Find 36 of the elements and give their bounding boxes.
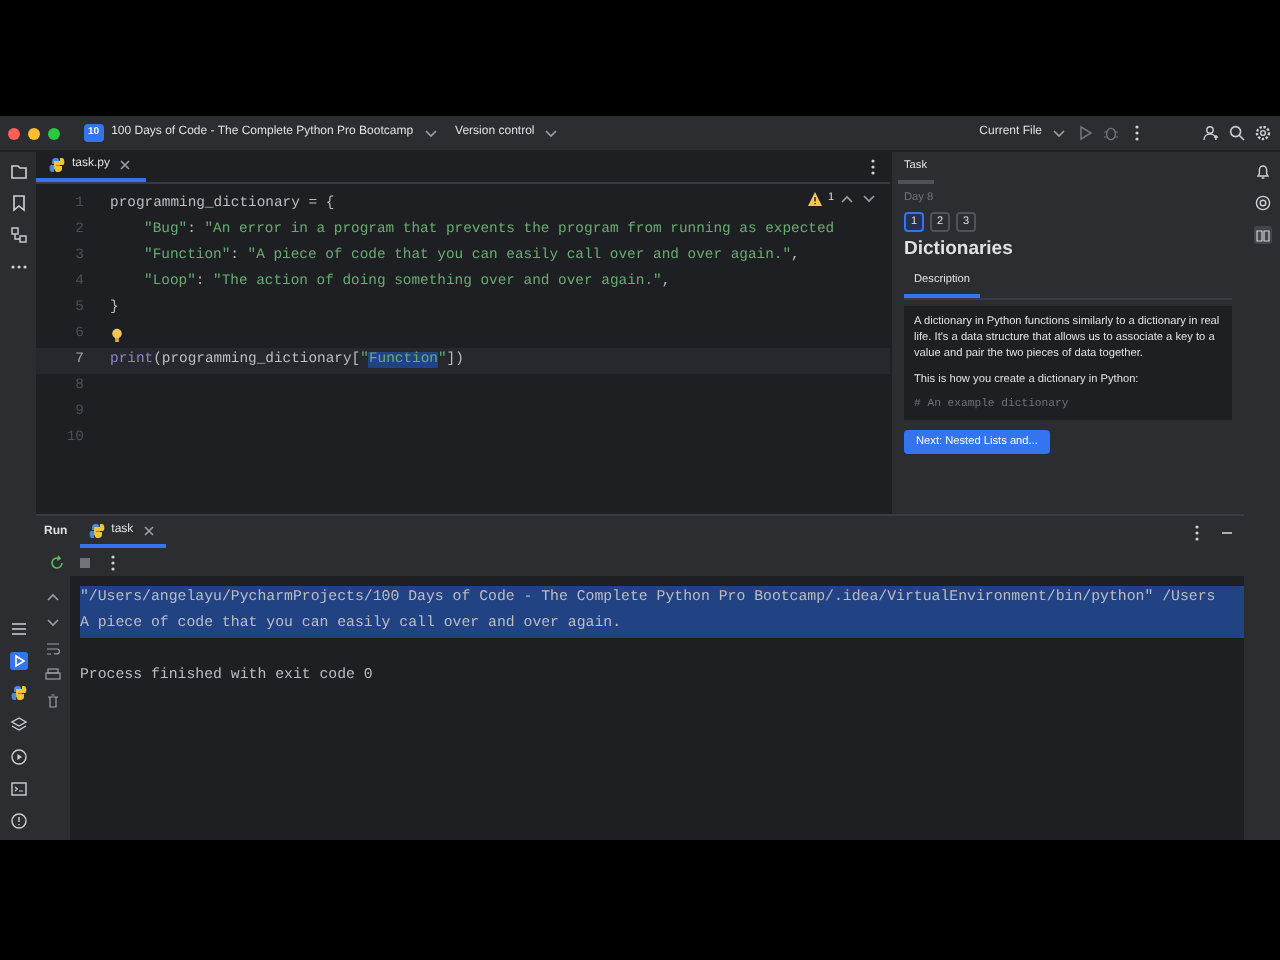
python-icon (48, 156, 66, 174)
close-icon[interactable] (116, 156, 135, 174)
chevron-icon[interactable] (542, 124, 561, 142)
book-icon[interactable] (1253, 226, 1271, 244)
warning-icon (805, 190, 824, 208)
lesson-title: Dictionaries (904, 238, 1015, 262)
up-icon[interactable] (838, 190, 856, 208)
down-icon[interactable] (860, 190, 878, 208)
layers-icon[interactable] (9, 716, 27, 734)
terminal-icon[interactable] (9, 780, 27, 798)
python-icon (87, 521, 106, 539)
up-icon[interactable] (44, 588, 62, 606)
debug-icon[interactable] (1102, 124, 1120, 142)
settings-icon[interactable] (1254, 124, 1272, 142)
stop-icon[interactable] (76, 553, 94, 571)
chevron-icon[interactable] (421, 124, 440, 142)
add-user-icon[interactable] (1202, 124, 1220, 142)
chevron-icon[interactable] (1050, 124, 1068, 142)
alert-icon[interactable] (9, 812, 27, 830)
bookmark-icon[interactable] (9, 194, 27, 212)
print-icon[interactable] (44, 666, 62, 684)
rerun-icon[interactable] (48, 553, 66, 571)
lightbulb-icon[interactable] (108, 326, 126, 344)
close-icon[interactable] (139, 521, 158, 539)
list-icon[interactable] (9, 620, 27, 638)
trash-icon[interactable] (44, 692, 62, 710)
folder-icon[interactable] (9, 162, 27, 180)
run-icon[interactable] (9, 652, 27, 670)
structure-icon[interactable] (9, 226, 27, 244)
search-icon[interactable] (1228, 124, 1246, 142)
play-circle-icon[interactable] (9, 748, 27, 766)
down-icon[interactable] (44, 614, 62, 632)
python-icon[interactable] (9, 684, 27, 702)
wrap-icon[interactable] (44, 640, 62, 658)
bell-icon[interactable] (1253, 162, 1271, 180)
spiral-icon[interactable] (1253, 194, 1271, 212)
